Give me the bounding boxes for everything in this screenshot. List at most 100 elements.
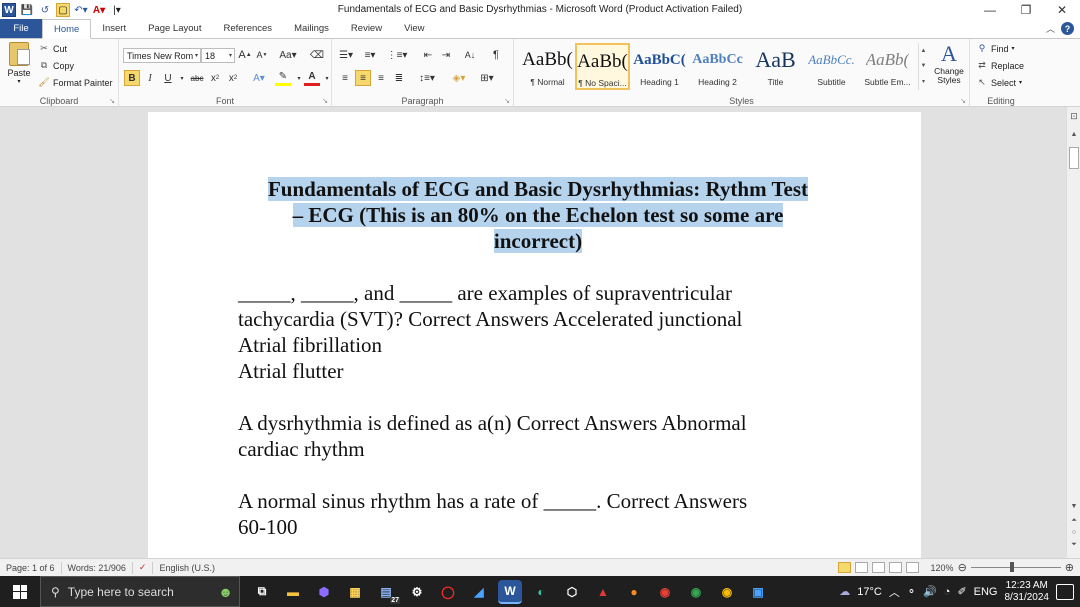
style-no-spacing[interactable]: AaBb( ¶ No Spaci... xyxy=(575,43,630,90)
tab-view[interactable]: View xyxy=(393,19,435,38)
bullets-icon[interactable]: ☰▾ xyxy=(336,47,356,63)
print-layout-icon[interactable]: ▢ xyxy=(56,3,70,17)
firefox-icon[interactable]: ● xyxy=(622,580,646,604)
document-heading[interactable]: Fundamentals of ECG and Basic Dysrhythmi… xyxy=(238,176,838,254)
style-subtle-emphasis[interactable]: AaBb( Subtle Em... xyxy=(860,43,915,90)
clear-formatting-icon[interactable]: ⌫ xyxy=(309,47,325,63)
chevron-down-icon[interactable]: ▼ xyxy=(921,63,927,69)
document-body[interactable]: Fundamentals of ECG and Basic Dysrhythmi… xyxy=(238,176,838,540)
select-button[interactable]: ↖ Select ▾ xyxy=(976,77,1022,88)
q1-line-2[interactable]: tachycardia (SVT)? Correct Answers Accel… xyxy=(238,306,838,332)
bold-icon[interactable]: B xyxy=(124,70,140,86)
superscript-icon[interactable]: x2 xyxy=(225,70,241,86)
web-layout-view-icon[interactable] xyxy=(871,562,885,573)
styles-launcher-icon[interactable]: ↘ xyxy=(960,97,966,105)
clock[interactable]: 12:23 AM 8/31/2024 xyxy=(1005,580,1050,604)
heading-line-2[interactable]: – ECG (This is an 80% on the Echelon tes… xyxy=(292,203,784,227)
zoom-slider-thumb[interactable] xyxy=(1010,562,1015,572)
volume-icon[interactable]: 🔊 xyxy=(923,585,937,598)
sort-icon[interactable]: A↓ xyxy=(462,47,478,63)
q2-line-2[interactable]: cardiac rhythm xyxy=(238,436,838,462)
q1-line-3[interactable]: Atrial fibrillation xyxy=(238,332,838,358)
q1-line-4[interactable]: Atrial flutter xyxy=(238,358,838,384)
tab-mailings[interactable]: Mailings xyxy=(283,19,340,38)
format-painter-button[interactable]: 🖌 Format Painter xyxy=(38,77,112,88)
question-3[interactable]: A normal sinus rhythm has a rate of ____… xyxy=(238,488,838,540)
calendar-icon[interactable]: ▤ 27 xyxy=(374,580,400,604)
chrome-alt-icon[interactable]: ◉ xyxy=(715,580,739,604)
draft-view-icon[interactable] xyxy=(905,562,919,573)
pen-icon[interactable]: ✐ xyxy=(957,585,966,598)
replace-button[interactable]: ⇄ Replace xyxy=(976,60,1024,71)
align-right-icon[interactable]: ≡ xyxy=(373,70,389,86)
zoom-slider[interactable] xyxy=(970,562,1061,572)
tab-review[interactable]: Review xyxy=(340,19,393,38)
tab-page-layout[interactable]: Page Layout xyxy=(137,19,212,38)
shrink-font-icon[interactable]: A ▼ xyxy=(254,47,270,63)
zoom-level[interactable]: 120% xyxy=(931,563,954,573)
subscript-icon[interactable]: x2 xyxy=(207,70,223,86)
font-size-select[interactable]: 18 ▾ xyxy=(201,48,235,63)
strikethrough-icon[interactable]: abc xyxy=(189,70,205,86)
heading-line-1[interactable]: Fundamentals of ECG and Basic Dysrhythmi… xyxy=(267,177,809,201)
paste-button[interactable]: Paste ▾ xyxy=(4,42,34,90)
app-purple-icon[interactable]: ⬢ xyxy=(312,580,336,604)
pilcrow-icon[interactable]: ¶ xyxy=(488,47,504,63)
find-button[interactable]: ⚲ Find ▾ xyxy=(976,43,1015,54)
close-button[interactable]: ✕ xyxy=(1044,0,1080,20)
previous-page-icon[interactable]: ⏶ xyxy=(1067,517,1080,525)
style-subtitle[interactable]: AaBbCc. Subtitle xyxy=(804,43,859,90)
scroll-up-icon[interactable]: ▲ xyxy=(1067,131,1080,138)
print-layout-view-icon[interactable] xyxy=(837,562,851,573)
style-normal[interactable]: AaBb( ¶ Normal xyxy=(520,43,575,90)
save-icon[interactable]: 💾 xyxy=(20,3,34,17)
taskbar-search[interactable]: ⚲ Type here to search ☻ xyxy=(40,576,240,607)
next-page-icon[interactable]: ⏷ xyxy=(1067,541,1080,549)
decrease-indent-icon[interactable]: ⇤ xyxy=(420,47,436,63)
chevron-up-icon[interactable]: ▲ xyxy=(921,48,927,54)
word-taskbar-icon[interactable]: W xyxy=(498,579,522,604)
vertical-scrollbar[interactable]: ⊡ ▲ ▼ ⏶ ○ ⏷ xyxy=(1066,107,1080,558)
ruler-toggle-icon[interactable]: ⊡ xyxy=(1067,111,1080,122)
font-launcher-icon[interactable]: ↘ xyxy=(322,97,328,105)
increase-indent-icon[interactable]: ⇥ xyxy=(438,47,454,63)
temperature[interactable]: 17°C xyxy=(857,586,882,598)
align-left-icon[interactable]: ≡ xyxy=(337,70,353,86)
tab-insert[interactable]: Insert xyxy=(91,19,137,38)
change-styles-button[interactable]: A Change Styles xyxy=(930,41,968,91)
tray-expand-icon[interactable]: ︿ xyxy=(889,584,900,600)
settings-icon[interactable]: ⚙ xyxy=(405,580,429,604)
style-title[interactable]: AaB Title xyxy=(748,43,803,90)
proofing-icon[interactable]: ✓ xyxy=(133,561,154,574)
chrome-profile-icon[interactable]: ◉ xyxy=(684,580,708,604)
font-color-icon[interactable]: A xyxy=(304,70,320,86)
minimize-ribbon-icon[interactable]: ︿ xyxy=(1046,22,1055,35)
app-blue-icon[interactable]: ◢ xyxy=(467,580,491,604)
opera-icon[interactable]: ◯ xyxy=(436,580,460,604)
highlight-icon[interactable]: ✎ xyxy=(275,70,291,86)
task-view-icon[interactable]: ⧉ xyxy=(250,580,274,604)
line-spacing-icon[interactable]: ↕≡▾ xyxy=(416,70,438,86)
change-case-icon[interactable]: Aa▾ xyxy=(277,47,299,63)
store-icon[interactable]: ▦ xyxy=(343,580,367,604)
cube-icon[interactable]: ⬡ xyxy=(560,580,584,604)
q3-line-1[interactable]: A normal sinus rhythm has a rate of ____… xyxy=(238,488,838,514)
tab-references[interactable]: References xyxy=(212,19,283,38)
question-2[interactable]: A dysrhythmia is defined as a(n) Correct… xyxy=(238,410,838,462)
document-page[interactable]: Fundamentals of ECG and Basic Dysrhythmi… xyxy=(148,112,921,558)
minimize-button[interactable]: — xyxy=(972,0,1008,20)
q2-line-1[interactable]: A dysrhythmia is defined as a(n) Correct… xyxy=(238,410,838,436)
shading-icon[interactable]: ◈▾ xyxy=(448,70,470,86)
page-count[interactable]: Page: 1 of 6 xyxy=(0,561,62,574)
font-color-icon[interactable]: A▾ xyxy=(92,3,106,17)
help-icon[interactable]: ? xyxy=(1061,22,1074,35)
outline-view-icon[interactable] xyxy=(888,562,902,573)
document-area[interactable]: Fundamentals of ECG and Basic Dysrhythmi… xyxy=(0,107,1066,558)
copy-button[interactable]: ⧉ Copy xyxy=(38,60,74,71)
grow-font-icon[interactable]: A ▲ xyxy=(237,47,253,63)
cut-button[interactable]: ✂ Cut xyxy=(38,43,67,54)
photos-icon[interactable]: ▣ xyxy=(746,580,770,604)
style-heading-2[interactable]: AaBbCc Heading 2 xyxy=(690,43,745,90)
zoom-in-icon[interactable]: ⊕ xyxy=(1065,561,1074,574)
warning-app-icon[interactable]: ▲ xyxy=(591,580,615,604)
